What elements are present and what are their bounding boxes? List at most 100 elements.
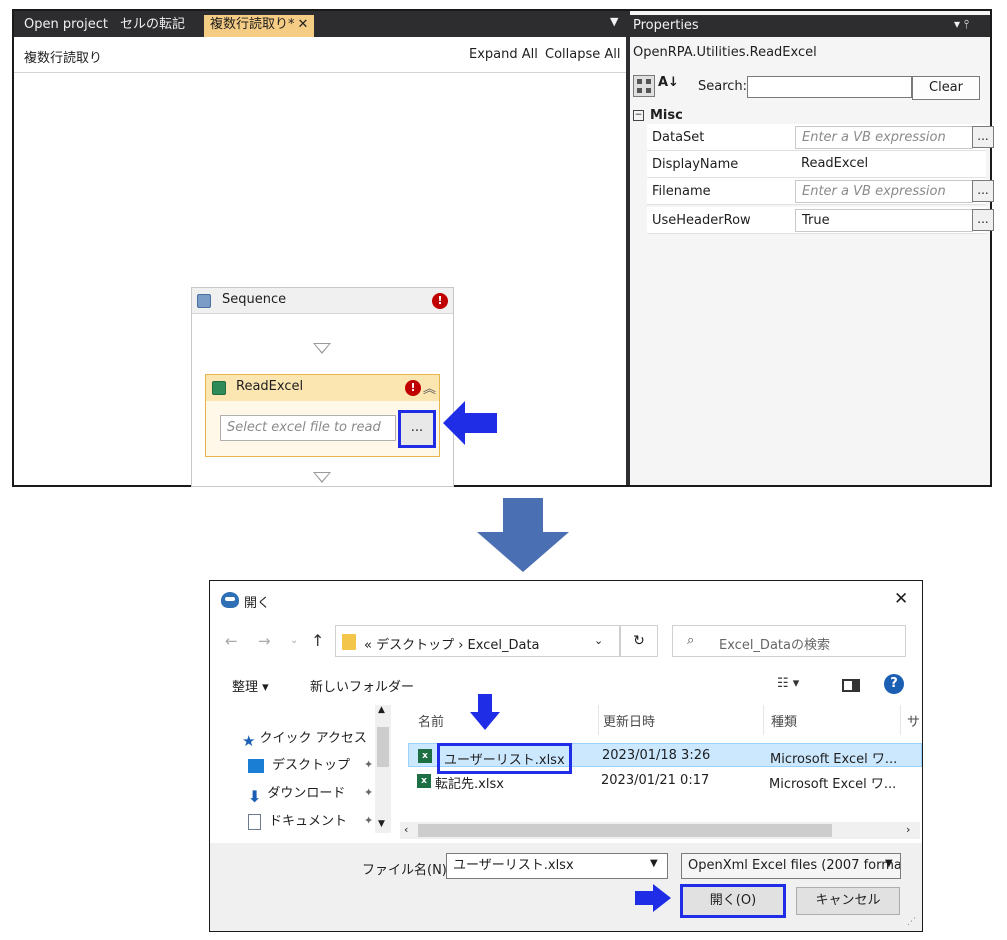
tab-open-project[interactable]: Open project [18,15,114,37]
column-divider[interactable] [763,705,764,735]
collapse-icon[interactable]: − [633,110,644,121]
drop-target-icon[interactable] [313,472,331,483]
pin-icon[interactable]: ✦ [364,758,373,771]
nav-item-downloads[interactable]: ⬇ ダウンロード [248,782,346,806]
file-type-select[interactable]: OpenXml Excel files (2007 format) [681,853,901,879]
readexcel-activity[interactable]: ReadExcel ! ︽ Select excel file to read … [205,374,440,457]
help-icon[interactable]: ? [884,674,904,694]
pin-icon[interactable]: ✦ [364,814,373,827]
collapse-icon[interactable]: ︽ [423,378,436,397]
file-type: Microsoft Excel ワ... [770,752,898,767]
tab-menu-icon[interactable]: ▼ [610,15,618,28]
column-header-type[interactable]: 種類 [771,711,797,730]
workflow-designer: 複数行読取り Expand All Collapse All Sequence … [14,37,626,487]
view-options-icon[interactable]: ☷ ▾ [777,676,799,691]
chevron-left-icon[interactable]: ‹ [404,823,408,836]
horizontal-scrollbar[interactable]: ‹ › [400,822,920,839]
expression-editor-button[interactable]: ... [972,209,994,231]
nav-item-quick-access[interactable]: ★ クイック アクセス [242,727,367,750]
sort-alpha-icon[interactable]: A↓ [658,75,679,90]
scroll-thumb[interactable] [418,824,832,837]
breadcrumb[interactable]: 複数行読取り [24,47,102,66]
readexcel-title: ReadExcel [236,379,304,394]
cancel-button[interactable]: キャンセル [796,887,900,915]
document-tab-bar: Open project セルの転記 複数行読取り* ✕ ▼ [14,11,626,37]
close-icon[interactable]: ✕ [894,589,908,609]
scroll-thumb[interactable] [377,727,389,767]
properties-header: Properties ▾ ⫯ [630,15,990,37]
property-name: DisplayName [652,157,739,172]
dialog-footer: ファイル名(N): ユーザーリスト.xlsx ▼ OpenXml Excel f… [210,843,922,931]
property-value-input[interactable]: Enter a VB expression [795,126,973,149]
nav-item-label: クイック アクセス [259,731,367,746]
property-value-input[interactable]: ReadExcel [795,153,973,176]
property-value-input[interactable]: True [795,209,973,232]
chevron-up-icon[interactable]: ▲ [378,705,385,715]
pin-icon[interactable]: ✦ [364,786,373,799]
new-folder-button[interactable]: 新しいフォルダー [310,676,414,695]
property-search-input[interactable] [747,76,912,98]
property-row-useheaderrow: UseHeaderRow True ... [647,207,994,234]
tab-label: Open project [24,17,108,32]
tab-cell-transfer[interactable]: セルの転記 [114,15,191,37]
nav-item-documents[interactable]: ドキュメント [248,810,347,830]
activity-type-name: OpenRPA.Utilities.ReadExcel [633,45,817,60]
column-divider[interactable] [598,705,599,735]
categorize-icon[interactable] [633,75,655,97]
pointer-arrow-icon [470,694,500,730]
error-icon: ! [432,293,448,309]
expression-editor-button[interactable]: ... [972,180,994,202]
document-icon [248,813,261,830]
column-header-date[interactable]: 更新日時 [603,711,655,730]
expression-editor-button[interactable]: ... [972,126,994,148]
address-path[interactable]: « デスクトップ › Excel_Data [364,634,540,653]
chevron-down-icon[interactable]: ⌄ [594,634,603,647]
chevron-right-icon[interactable]: › [906,823,910,836]
expand-all-link[interactable]: Expand All [469,47,538,62]
forward-arrow-icon[interactable]: → [258,632,271,650]
address-bar[interactable]: « デスクトップ › Excel_Data ⌄ [335,625,620,657]
pointer-arrow-icon [635,884,671,912]
property-value-input[interactable]: Enter a VB expression [795,180,973,203]
close-icon[interactable]: ✕ [298,17,309,32]
filename-input[interactable]: ユーザーリスト.xlsx [446,853,668,879]
clear-button[interactable]: Clear [912,76,980,100]
tab-multi-row-read[interactable]: 複数行読取り* ✕ [204,15,315,37]
column-header-size[interactable]: サ [907,711,920,730]
organize-menu[interactable]: 整理 ▾ [232,676,269,695]
drop-target-icon[interactable] [313,343,331,354]
search-icon: ⌕ [687,633,695,648]
sequence-activity[interactable]: Sequence ! ReadExcel ! ︽ Select excel fi… [191,287,454,487]
open-button[interactable]: 開く(O) [680,884,786,918]
pin-icon[interactable]: ▾ ⫯ [954,17,969,32]
search-placeholder: Excel_Dataの検索 [719,638,830,653]
filename-label: ファイル名(N): [362,863,452,878]
file-row[interactable]: x ユーザーリスト.xlsx 2023/01/18 3:26 Microsoft… [408,743,922,774]
open-file-dialog: 開く ✕ ← → ⌄ ↑ « デスクトップ › Excel_Data ⌄ ↻ ⌕… [209,580,923,932]
chevron-down-icon[interactable]: ▼ [885,858,893,869]
preview-pane-icon[interactable] [842,679,860,692]
refresh-button[interactable]: ↻ [620,625,658,657]
up-arrow-icon[interactable]: ↑ [311,631,324,650]
file-row[interactable]: x 転記先.xlsx 2023/01/21 0:17 Microsoft Exc… [408,769,922,793]
filename-input[interactable]: Select excel file to read [220,415,396,441]
recent-locations-icon[interactable]: ⌄ [290,635,298,646]
back-arrow-icon[interactable]: ← [225,632,238,650]
nav-item-desktop[interactable]: デスクトップ [248,754,350,773]
openrpa-window: Open project セルの転記 複数行読取り* ✕ ▼ 複数行読取り Exp… [12,9,994,487]
category-misc[interactable]: − Misc [633,108,683,123]
nav-scrollbar[interactable]: ▲ ▼ [375,705,391,833]
file-type: Microsoft Excel ワ... [769,777,897,792]
search-input[interactable]: ⌕ Excel_Dataの検索 [672,625,906,657]
collapse-all-link[interactable]: Collapse All [545,47,621,62]
chevron-down-icon[interactable]: ▼ [378,819,385,829]
column-header-name[interactable]: 名前 [418,711,444,730]
nav-item-label: ダウンロード [267,786,346,801]
dialog-title: 開く [244,596,271,611]
properties-title: Properties [633,18,699,33]
browse-button[interactable]: ... [398,410,436,448]
sequence-icon [197,294,211,308]
column-divider[interactable] [900,705,901,735]
chevron-down-icon[interactable]: ▼ [650,858,658,869]
resize-grip-icon[interactable]: ⋰ [907,917,916,927]
